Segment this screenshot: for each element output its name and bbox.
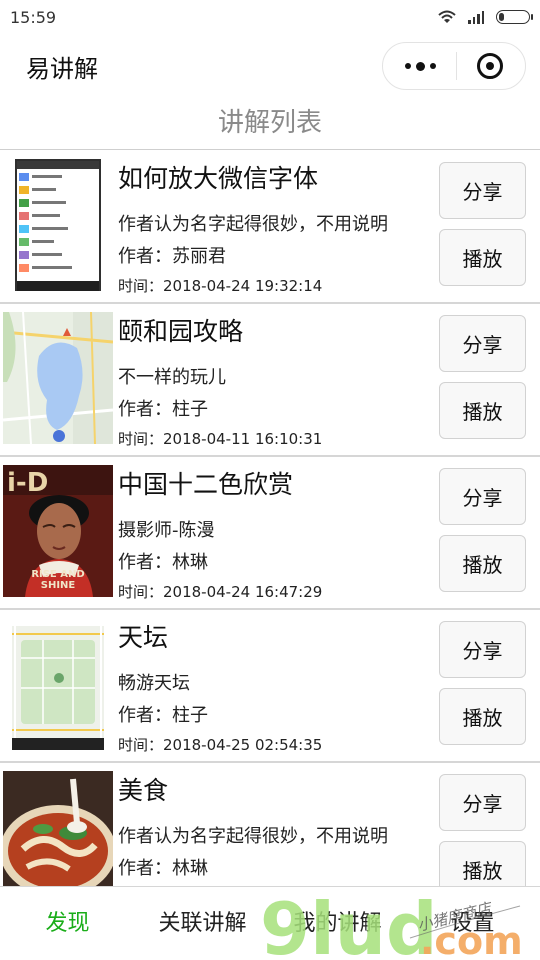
item-time: 时间：2018-04-24 19:32:14 xyxy=(118,277,323,295)
svg-text:i-D: i-D xyxy=(7,468,48,498)
app-title: 易讲解 xyxy=(26,54,98,83)
battery-icon xyxy=(496,10,533,24)
item-description: 不一样的玩儿 xyxy=(118,367,226,388)
item-title: 美食 xyxy=(118,776,169,805)
tab-related-guides[interactable]: 关联讲解 xyxy=(135,887,270,960)
title-bar: 易讲解 xyxy=(0,34,540,98)
play-button[interactable]: 播放 xyxy=(439,382,526,439)
thumbnail-phone-screenshot[interactable] xyxy=(3,159,113,291)
play-button[interactable]: 播放 xyxy=(439,229,526,286)
wifi-icon xyxy=(438,10,456,23)
list-heading: 讲解列表 xyxy=(0,100,540,150)
capsule-divider xyxy=(456,52,457,80)
item-info: 天坛 畅游天坛 作者：柱子 时间：2018-04-25 02:54:35 xyxy=(118,618,430,756)
list-item[interactable]: i-D RISE AND SHINE 中国十二色欣赏 摄影师-陈漫 作者：林琳 … xyxy=(0,457,540,610)
item-author: 作者：苏丽君 xyxy=(118,246,226,267)
item-description: 作者认为名字起得很妙，不用说明 xyxy=(118,214,388,235)
item-author: 作者：柱子 xyxy=(118,705,208,726)
item-title: 如何放大微信字体 xyxy=(118,164,319,193)
item-time: 时间：2018-04-25 02:54:35 xyxy=(118,736,323,754)
status-bar: 15:59 xyxy=(0,0,540,34)
play-button[interactable]: 播放 xyxy=(439,535,526,592)
item-description: 摄影师-陈漫 xyxy=(118,520,215,541)
item-info: 如何放大微信字体 作者认为名字起得很妙，不用说明 作者：苏丽君 时间：2018-… xyxy=(118,159,430,297)
signal-icon xyxy=(468,10,484,24)
item-info: 中国十二色欣赏 摄影师-陈漫 作者：林琳 时间：2018-04-24 16:47… xyxy=(118,465,430,603)
more-menu-icon[interactable] xyxy=(405,61,436,71)
item-author: 作者：林琳 xyxy=(118,858,208,879)
item-author: 作者：林琳 xyxy=(118,552,208,573)
list-item[interactable]: 天坛 畅游天坛 作者：柱子 时间：2018-04-25 02:54:35 分享 … xyxy=(0,610,540,763)
play-button[interactable]: 播放 xyxy=(439,841,526,886)
status-icons xyxy=(438,10,533,24)
thumbnail-map-lake[interactable] xyxy=(3,312,113,444)
list-item[interactable]: 颐和园攻略 不一样的玩儿 作者：柱子 时间：2018-04-11 16:10:3… xyxy=(0,304,540,457)
play-button[interactable]: 播放 xyxy=(439,688,526,745)
share-button[interactable]: 分享 xyxy=(439,621,526,678)
list-item[interactable]: 美食 作者认为名字起得很妙，不用说明 作者：林琳 分享 播放 xyxy=(0,763,540,886)
guide-list[interactable]: 如何放大微信字体 作者认为名字起得很妙，不用说明 作者：苏丽君 时间：2018-… xyxy=(0,151,540,886)
thumbnail-noodle-bowl[interactable] xyxy=(3,771,113,886)
list-item[interactable]: 如何放大微信字体 作者认为名字起得很妙，不用说明 作者：苏丽君 时间：2018-… xyxy=(0,151,540,304)
status-time: 15:59 xyxy=(10,7,57,27)
share-button[interactable]: 分享 xyxy=(439,315,526,372)
item-title: 颐和园攻略 xyxy=(118,317,244,346)
item-author: 作者：柱子 xyxy=(118,399,208,420)
thumbnail-map-park[interactable] xyxy=(3,618,113,750)
tab-my-guides[interactable]: 我的讲解 xyxy=(270,887,405,960)
item-info: 颐和园攻略 不一样的玩儿 作者：柱子 时间：2018-04-11 16:10:3… xyxy=(118,312,430,450)
item-description: 畅游天坛 xyxy=(118,673,190,694)
item-title: 中国十二色欣赏 xyxy=(118,470,294,499)
share-button[interactable]: 分享 xyxy=(439,162,526,219)
tab-discover[interactable]: 发现 xyxy=(0,887,135,960)
tab-bar: 发现 关联讲解 我的讲解 设置 xyxy=(0,886,540,960)
share-button[interactable]: 分享 xyxy=(439,468,526,525)
item-time: 时间：2018-04-24 16:47:29 xyxy=(118,583,323,601)
tab-settings[interactable]: 设置 xyxy=(405,887,540,960)
item-info: 美食 作者认为名字起得很妙，不用说明 作者：林琳 xyxy=(118,771,430,886)
cover-headline-line1: RISE AND xyxy=(31,569,84,580)
thumbnail-magazine-cover[interactable]: i-D RISE AND SHINE xyxy=(3,465,113,597)
close-miniprogram-icon[interactable] xyxy=(477,53,503,79)
capsule-menu xyxy=(382,42,526,90)
item-time: 时间：2018-04-11 16:10:31 xyxy=(118,430,323,448)
item-description: 作者认为名字起得很妙，不用说明 xyxy=(118,826,388,847)
share-button[interactable]: 分享 xyxy=(439,774,526,831)
item-title: 天坛 xyxy=(118,623,169,652)
cover-headline-line2: SHINE xyxy=(41,580,76,591)
